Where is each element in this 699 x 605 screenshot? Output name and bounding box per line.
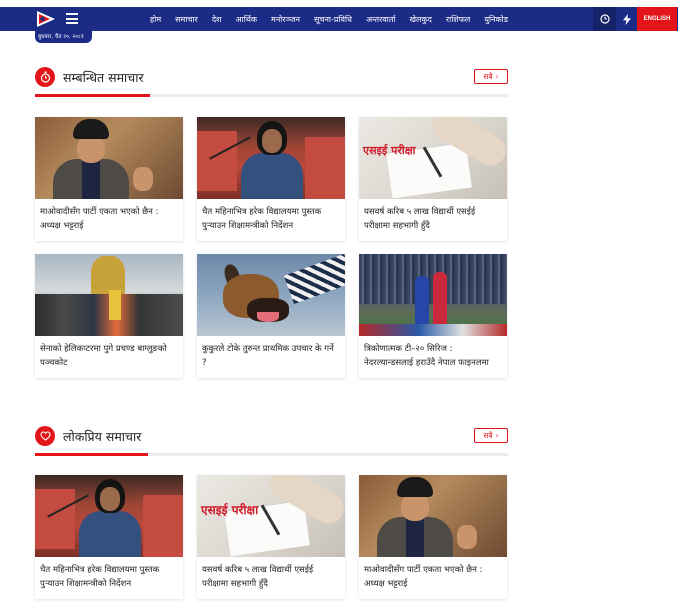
news-card[interactable]: त्रिकोणात्मक टी–२० सिरिज : नेदरल्यान्डसल… — [359, 254, 507, 378]
nav-item-horoscope[interactable]: राशिफल — [446, 14, 470, 25]
news-headline[interactable]: माओवादीसँग पार्टी एकता भएको छैन : अध्यक्… — [359, 557, 507, 599]
hamburger-menu-icon[interactable] — [66, 13, 78, 24]
popular-news-header: लोकप्रिय समाचार सबै › — [35, 426, 508, 456]
news-thumbnail[interactable]: एसइई परीक्षा — [197, 475, 345, 557]
section-title: सम्बन्धित समाचार — [63, 70, 144, 85]
heart-icon — [35, 426, 55, 446]
news-headline[interactable]: चैत महिनाभित्र हरेक विद्यालयमा पुस्तक पु… — [197, 199, 345, 241]
news-headline[interactable]: यसवर्ष करिब ५ लाख विद्यार्थी एसईई परीक्ष… — [359, 199, 507, 241]
news-thumbnail[interactable] — [359, 254, 507, 336]
news-card[interactable]: एसइई परीक्षा यसवर्ष करिब ५ लाख विद्यार्थ… — [359, 117, 507, 241]
nav-item-sports[interactable]: खेलकुद — [410, 14, 432, 25]
thumbnail-text: एसइई परीक्षा — [363, 144, 416, 157]
view-all-button[interactable]: सबै › — [474, 428, 508, 443]
news-thumbnail[interactable] — [197, 117, 345, 199]
news-thumbnail[interactable] — [359, 475, 507, 557]
view-all-label: सबै — [483, 430, 493, 440]
section-title: लोकप्रिय समाचार — [63, 429, 142, 444]
nav-item-technology[interactable]: सूचना-प्रविधि — [314, 14, 352, 25]
news-thumbnail[interactable] — [197, 254, 345, 336]
news-headline[interactable]: माओवादीसँग पार्टी एकता भएको छैन : अध्यक्… — [35, 199, 183, 241]
main-nav: होम समाचार देश आर्थिक मनोरञ्जन सूचना-प्र… — [150, 7, 522, 31]
news-headline[interactable]: त्रिकोणात्मक टी–२० सिरिज : नेदरल्यान्डसल… — [359, 336, 507, 378]
view-all-button[interactable]: सबै › — [474, 69, 508, 84]
news-headline[interactable]: चैत महिनाभित्र हरेक विद्यालयमा पुस्तक पु… — [35, 557, 183, 599]
nav-item-news[interactable]: समाचार — [175, 14, 198, 25]
news-card[interactable]: चैत महिनाभित्र हरेक विद्यालयमा पुस्तक पु… — [35, 475, 183, 599]
nav-item-home[interactable]: होम — [150, 14, 161, 25]
current-date: बुधबार, चैत २०, २०८१ — [38, 34, 84, 40]
news-thumbnail[interactable]: एसइई परीक्षा — [359, 117, 507, 199]
clock-button[interactable] — [593, 7, 616, 31]
news-card[interactable]: चैत महिनाभित्र हरेक विद्यालयमा पुस्तक पु… — [197, 117, 345, 241]
chevron-right-icon: › — [495, 72, 499, 81]
site-logo-icon[interactable] — [35, 9, 57, 29]
section-divider-accent — [35, 94, 150, 97]
news-thumbnail[interactable] — [35, 254, 183, 336]
stopwatch-icon — [35, 67, 55, 87]
section-divider-accent — [35, 453, 148, 456]
news-headline[interactable]: यसवर्ष करिब ५ लाख विद्यार्थी एसईई परीक्ष… — [197, 557, 345, 599]
news-card[interactable]: कुकुरले टोके तुरुन्त प्राथमिक उपचार के ग… — [197, 254, 345, 378]
english-language-button[interactable]: ENGLISH — [637, 7, 677, 31]
news-headline[interactable]: कुकुरले टोके तुरुन्त प्राथमिक उपचार के ग… — [197, 336, 345, 378]
news-card[interactable]: सेनाको हेलिकप्टरमा पुगे प्रचण्ड बाग्लुङक… — [35, 254, 183, 378]
nav-item-country[interactable]: देश — [212, 14, 222, 25]
news-thumbnail[interactable] — [35, 475, 183, 557]
news-headline[interactable]: सेनाको हेलिकप्टरमा पुगे प्रचण्ड बाग्लुङक… — [35, 336, 183, 378]
news-card[interactable]: एसइई परीक्षा यसवर्ष करिब ५ लाख विद्यार्थ… — [197, 475, 345, 599]
lightning-bolt-icon — [622, 13, 631, 25]
nav-item-economy[interactable]: आर्थिक — [236, 14, 258, 25]
thumbnail-text: एसइई परीक्षा — [201, 503, 259, 517]
clock-icon — [599, 14, 610, 24]
nav-item-unicode[interactable]: युनिकोड — [484, 14, 508, 25]
chevron-right-icon: › — [495, 431, 499, 440]
breaking-news-button[interactable] — [616, 7, 637, 31]
view-all-label: सबै — [483, 71, 493, 81]
news-thumbnail[interactable] — [35, 117, 183, 199]
news-card[interactable]: माओवादीसँग पार्टी एकता भएको छैन : अध्यक्… — [359, 475, 507, 599]
related-news-header: सम्बन्धित समाचार सबै › — [35, 67, 508, 97]
news-card[interactable]: माओवादीसँग पार्टी एकता भएको छैन : अध्यक्… — [35, 117, 183, 241]
nav-item-entertainment[interactable]: मनोरञ्जन — [271, 14, 300, 25]
nav-item-interview[interactable]: अन्तरवार्ता — [366, 14, 396, 25]
